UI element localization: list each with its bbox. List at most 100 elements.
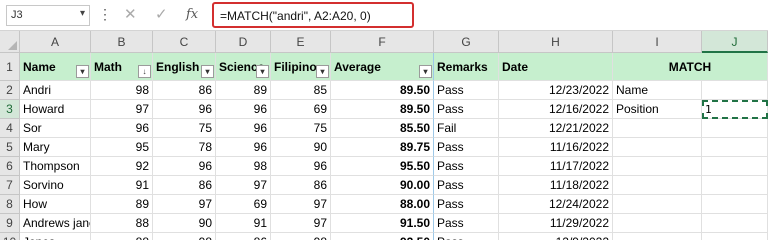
column-header-b[interactable]: B xyxy=(91,31,153,53)
cell-english[interactable]: 75 xyxy=(153,119,216,138)
cell-average[interactable]: 90.00 xyxy=(331,176,434,195)
row-header-5[interactable]: 5 xyxy=(0,138,20,157)
chevron-down-icon[interactable]: ▾ xyxy=(80,8,85,19)
empty-cell[interactable] xyxy=(613,195,702,214)
cell-math[interactable]: 96 xyxy=(91,119,153,138)
empty-cell[interactable] xyxy=(613,214,702,233)
cell-average[interactable]: 85.50 xyxy=(331,119,434,138)
cell-math[interactable]: 98 xyxy=(91,81,153,100)
sort-descending-icon[interactable]: ↓ xyxy=(138,65,151,78)
cell-filipino[interactable]: 96 xyxy=(271,157,331,176)
cell-name[interactable]: Thompson xyxy=(20,157,91,176)
cell-date[interactable]: 11/17/2022 xyxy=(499,157,613,176)
formula-input[interactable]: =MATCH("andri", A2:A20, 0) xyxy=(212,2,414,28)
cell-date[interactable]: 12/21/2022 xyxy=(499,119,613,138)
filter-dropdown-icon[interactable]: ▾ xyxy=(201,65,214,78)
cell-name[interactable]: Sor xyxy=(20,119,91,138)
match-position-label[interactable]: Position xyxy=(613,100,702,119)
cell-remarks[interactable]: Fail xyxy=(434,119,499,138)
column-header-h[interactable]: H xyxy=(499,31,613,53)
cancel-icon[interactable]: ✕ xyxy=(124,5,137,23)
cell-name[interactable]: Andrews jane xyxy=(20,214,91,233)
cell-math[interactable]: 91 xyxy=(91,176,153,195)
cell-date[interactable]: 11/16/2022 xyxy=(499,138,613,157)
cell-science[interactable]: 89 xyxy=(216,81,271,100)
filter-dropdown-icon[interactable]: ▾ xyxy=(76,65,89,78)
cell-filipino[interactable]: 85 xyxy=(271,81,331,100)
cell-name[interactable]: Jones xyxy=(20,233,91,240)
cell-average[interactable]: 95.50 xyxy=(331,157,434,176)
cell-english[interactable]: 98 xyxy=(153,233,216,240)
insert-function-icon[interactable]: fx xyxy=(186,7,198,22)
column-header-a[interactable]: A xyxy=(20,31,91,53)
row-header-4[interactable]: 4 xyxy=(0,119,20,138)
more-options-icon[interactable]: ⋮ xyxy=(98,6,112,23)
empty-cell[interactable] xyxy=(702,214,768,233)
cell-date[interactable]: 12/16/2022 xyxy=(499,100,613,119)
column-header-c[interactable]: C xyxy=(153,31,216,53)
row-header-6[interactable]: 6 xyxy=(0,157,20,176)
row-header-8[interactable]: 8 xyxy=(0,195,20,214)
cell-date[interactable]: 11/29/2022 xyxy=(499,214,613,233)
cell-average[interactable]: 89.50 xyxy=(331,81,434,100)
empty-cell[interactable] xyxy=(702,176,768,195)
row-header-2[interactable]: 2 xyxy=(0,81,20,100)
cell-english[interactable]: 96 xyxy=(153,100,216,119)
cell-remarks[interactable]: Pass xyxy=(434,157,499,176)
cell-date[interactable]: 12/24/2022 xyxy=(499,195,613,214)
cell-math[interactable]: 92 xyxy=(91,157,153,176)
column-header-j[interactable]: J xyxy=(702,31,768,53)
empty-cell[interactable] xyxy=(613,176,702,195)
cell-science[interactable]: 86 xyxy=(216,233,271,240)
cell-science[interactable]: 96 xyxy=(216,100,271,119)
cell-english[interactable]: 90 xyxy=(153,214,216,233)
cell-remarks[interactable]: Pass xyxy=(434,176,499,195)
cell-filipino[interactable]: 86 xyxy=(271,176,331,195)
cell-remarks[interactable]: Pass xyxy=(434,81,499,100)
cell-filipino[interactable]: 90 xyxy=(271,138,331,157)
empty-cell[interactable] xyxy=(702,138,768,157)
cell-science[interactable]: 97 xyxy=(216,176,271,195)
cell-remarks[interactable]: Pass xyxy=(434,195,499,214)
cell-average[interactable]: 89.75 xyxy=(331,138,434,157)
cell-date[interactable]: 11/18/2022 xyxy=(499,176,613,195)
empty-cell[interactable] xyxy=(702,81,768,100)
empty-cell[interactable] xyxy=(702,233,768,240)
row-header-1[interactable]: 1 xyxy=(0,53,20,81)
filter-dropdown-icon[interactable]: ▾ xyxy=(316,65,329,78)
cell-average[interactable]: 91.50 xyxy=(331,214,434,233)
cell-name[interactable]: Sorvino xyxy=(20,176,91,195)
cell-date[interactable]: 12/9/2022 xyxy=(499,233,613,240)
cell-math[interactable]: 88 xyxy=(91,233,153,240)
row-header-10[interactable]: 10 xyxy=(0,233,20,240)
filter-dropdown-icon[interactable]: ▾ xyxy=(419,65,432,78)
cell-english[interactable]: 96 xyxy=(153,157,216,176)
empty-cell[interactable] xyxy=(702,119,768,138)
row-header-9[interactable]: 9 xyxy=(0,214,20,233)
empty-cell[interactable] xyxy=(613,119,702,138)
cell-average[interactable]: 88.00 xyxy=(331,195,434,214)
cell-science[interactable]: 96 xyxy=(216,138,271,157)
select-all-button[interactable] xyxy=(0,31,20,53)
filter-dropdown-icon[interactable]: ▾ xyxy=(256,65,269,78)
cell-average[interactable]: 89.50 xyxy=(331,100,434,119)
name-box[interactable]: J3 ▾ xyxy=(6,5,90,26)
cell-name[interactable]: Howard xyxy=(20,100,91,119)
column-header-g[interactable]: G xyxy=(434,31,499,53)
cell-math[interactable]: 95 xyxy=(91,138,153,157)
column-header-d[interactable]: D xyxy=(216,31,271,53)
cell-filipino[interactable]: 69 xyxy=(271,100,331,119)
cell-english[interactable]: 86 xyxy=(153,176,216,195)
cell-name[interactable]: How xyxy=(20,195,91,214)
cell-date[interactable]: 12/23/2022 xyxy=(499,81,613,100)
cell-math[interactable]: 97 xyxy=(91,100,153,119)
column-header-i[interactable]: I xyxy=(613,31,702,53)
cell-science[interactable]: 96 xyxy=(216,119,271,138)
cell-filipino[interactable]: 75 xyxy=(271,119,331,138)
empty-cell[interactable] xyxy=(702,157,768,176)
cell-filipino[interactable]: 97 xyxy=(271,195,331,214)
cell-science[interactable]: 91 xyxy=(216,214,271,233)
column-header-e[interactable]: E xyxy=(271,31,331,53)
cell-filipino[interactable]: 98 xyxy=(271,233,331,240)
cell-average[interactable]: 92.50 xyxy=(331,233,434,240)
